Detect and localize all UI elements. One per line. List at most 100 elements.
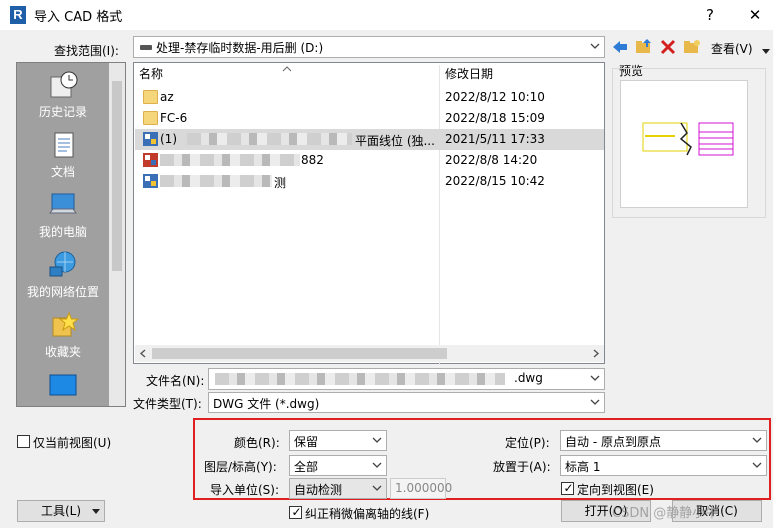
favorites-icon [47,309,80,341]
place-at-label: 放置于(A): [493,460,551,474]
place-network-label: 我的网络位置 [26,285,99,299]
help-button[interactable]: ? [697,4,723,26]
documents-icon [47,129,79,161]
history-icon [47,69,79,101]
revit-logo-icon: R [10,6,26,24]
correct-lines-checkbox[interactable] [289,504,303,520]
computer-icon [47,189,79,221]
filetype-combo[interactable]: DWG 文件 (*.dwg) [208,392,605,413]
chevron-down-icon [590,41,600,51]
layers-label: 图层/标高(Y): [204,460,277,474]
filename-input[interactable]: .dwg [208,368,605,390]
look-in-value: 处理-禁存临时数据-用后删 (D:) [156,41,324,55]
chevron-down-icon [752,460,762,470]
units-factor-input[interactable]: 1.000000 [390,478,452,499]
places-scrollbar[interactable] [109,63,125,406]
new-folder-icon[interactable] [683,38,701,56]
places-scroll-thumb[interactable] [112,81,122,271]
place-history-label: 历史记录 [38,105,87,119]
position-label: 定位(P): [505,436,550,450]
file-row[interactable]: FC-6 2022/8/18 15:09 [135,108,604,129]
file-name: FC-6 [160,111,188,125]
position-combo[interactable]: 自动 - 原点到原点 [560,430,767,451]
tools-label: 工具(L) [40,504,82,518]
file-name-suffix: 882 [301,153,324,167]
place-network[interactable]: 我的网络位置 [17,249,109,300]
watermark: CSDN @静静小牛 [612,506,719,521]
file-row-selected[interactable]: (1) 平面线位 (独... 2021/5/11 17:33 [135,129,604,150]
place-desktop[interactable] [17,371,109,405]
file-name: az [160,90,174,104]
file-date: 2022/8/12 10:10 [445,90,545,104]
look-in-combo[interactable]: 处理-禁存临时数据-用后删 (D:) [133,36,605,58]
file-row[interactable]: 882 2022/8/8 14:20 [135,150,604,171]
orient-to-view-label[interactable]: 定向到视图(E) [577,481,654,498]
units-combo[interactable]: 自动检测 [289,478,387,499]
view-menu[interactable]: 查看(V) [711,40,753,57]
layers-value: 全部 [294,460,319,474]
column-header-date[interactable]: 修改日期 [440,63,604,85]
current-view-only-checkbox[interactable] [17,435,30,448]
close-button[interactable]: ✕ [742,4,768,26]
place-at-combo[interactable]: 标高 1 [560,455,767,476]
color-label: 颜色(R): [234,436,280,450]
file-name-suffix: 平面线位 (独... [355,134,435,148]
window-title: 导入 CAD 格式 [34,10,123,25]
desktop-icon [47,371,79,403]
drive-icon [140,45,152,50]
redacted-text [215,373,505,385]
file-date: 2022/8/8 14:20 [445,153,538,167]
place-at-value: 标高 1 [565,460,601,474]
chevron-down-icon [372,435,382,445]
correct-lines-label[interactable]: 纠正稍微偏离轴的线(F) [305,505,429,522]
dwg-file-icon [143,153,158,167]
folder-icon [143,90,158,104]
place-favorites[interactable]: 收藏夹 [17,309,109,360]
scroll-right-icon[interactable] [592,349,600,358]
units-label: 导入单位(S): [210,483,280,497]
scroll-left-icon[interactable] [139,349,147,358]
redacted-text [160,175,272,187]
filename-ext: .dwg [514,371,543,385]
layers-combo[interactable]: 全部 [289,455,387,476]
delete-icon[interactable] [659,38,677,56]
folder-icon [143,111,158,125]
place-favorites-label: 收藏夹 [44,345,81,359]
filetype-label: 文件类型(T): [133,397,202,411]
current-view-only-label[interactable]: 仅当前视图(U) [33,434,111,451]
dwg-file-icon [143,132,158,146]
file-name-suffix: 测 [274,176,287,190]
file-list[interactable]: 名称 修改日期 az 2022/8/12 10:10 FC-6 2022/8/1… [133,62,605,365]
file-date: 2022/8/15 10:42 [445,174,545,188]
units-value: 自动检测 [294,483,343,497]
file-date: 2022/8/18 15:09 [445,111,545,125]
place-documents-label: 文档 [50,165,75,179]
place-history[interactable]: 历史记录 [17,69,109,120]
back-arrow-icon[interactable] [611,38,629,56]
chevron-down-icon [372,460,382,470]
tools-button[interactable]: 工具(L) [17,500,105,522]
horizontal-scrollbar[interactable] [135,345,604,362]
position-value: 自动 - 原点到原点 [565,435,661,449]
tools-dropdown-icon [92,509,100,514]
filetype-value: DWG 文件 (*.dwg) [213,397,320,411]
file-row[interactable]: az 2022/8/12 10:10 [135,87,604,108]
chevron-down-icon [752,435,762,445]
color-combo[interactable]: 保留 [289,430,387,451]
filename-label: 文件名(N): [146,374,205,388]
place-documents[interactable]: 文档 [17,129,109,180]
file-row[interactable]: 测 2022/8/15 10:42 [135,171,604,192]
up-folder-icon[interactable] [635,38,653,56]
places-bar: 历史记录 文档 我的电脑 我的网络位置 收藏夹 [16,62,126,407]
network-icon [47,249,79,281]
chevron-down-icon [590,373,600,383]
view-dropdown-icon[interactable] [762,44,770,54]
color-value: 保留 [294,435,319,449]
chevron-down-icon [590,397,600,407]
orient-to-view-checkbox[interactable] [561,480,575,496]
horizontal-scroll-thumb[interactable] [152,348,447,359]
file-date: 2021/5/11 17:33 [445,132,545,146]
dwg-file-icon [143,174,158,188]
place-computer[interactable]: 我的电脑 [17,189,109,240]
redacted-text [160,154,300,166]
